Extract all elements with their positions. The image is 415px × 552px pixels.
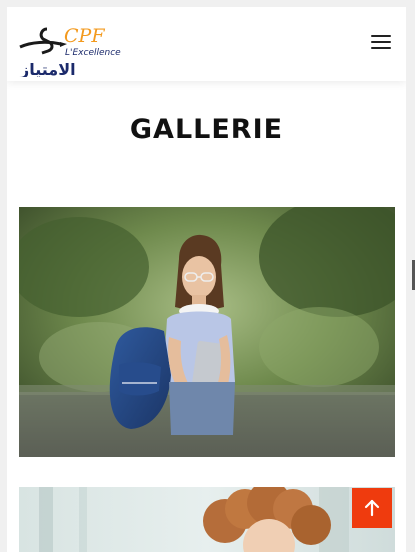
navbar: CPF L'Excellence الامتياز: [7, 7, 406, 81]
scroll-to-top-button[interactable]: [352, 488, 392, 528]
gallery-image-student[interactable]: [19, 207, 395, 457]
gallery-photo: [19, 487, 395, 552]
gallery-photo: [19, 207, 395, 457]
arrow-up-icon: [364, 499, 380, 517]
logo-graphic: CPF L'Excellence الامتياز: [19, 25, 121, 77]
menu-bar: [371, 47, 391, 49]
page: CPF L'Excellence الامتياز GALLERIE: [7, 7, 406, 552]
menu-bar: [371, 41, 391, 43]
hamburger-menu-icon[interactable]: [371, 33, 391, 51]
gallery-image-woman[interactable]: [19, 487, 395, 552]
menu-bar: [371, 35, 391, 37]
logo-subtitle: L'Excellence: [65, 48, 121, 58]
logo-latin-text: CPF: [64, 25, 105, 47]
page-title: GALLERIE: [129, 114, 284, 145]
logo-arabic-text: الامتياز: [19, 60, 76, 77]
site-logo[interactable]: CPF L'Excellence الامتياز: [17, 21, 121, 77]
